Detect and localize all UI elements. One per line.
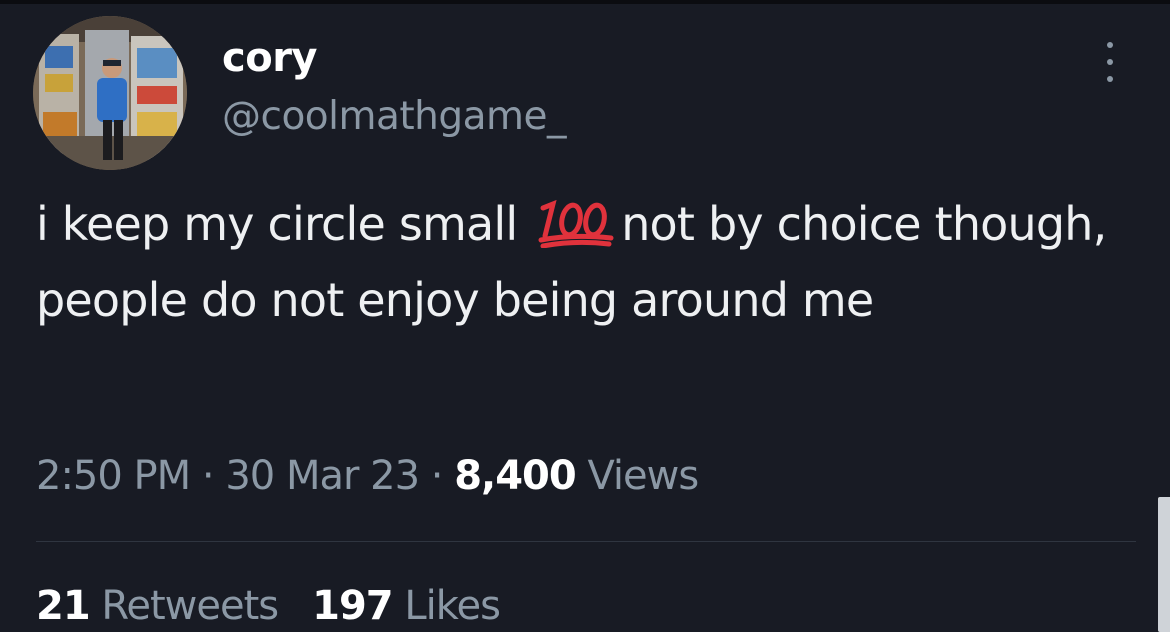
retweets-link[interactable]: 21 Retweets [36, 583, 279, 629]
more-vertical-icon[interactable] [1090, 40, 1130, 84]
views-label: Views [587, 453, 699, 499]
retweets-label: Retweets [101, 583, 279, 629]
divider [36, 541, 1136, 542]
likes-count: 197 [312, 583, 393, 629]
meta-separator: · [201, 453, 215, 499]
avatar-photo [33, 16, 187, 170]
user-handle[interactable]: @coolmathgame_ [222, 92, 567, 142]
tweet-meta: 2:50 PM · 30 Mar 23 · 8,400 Views [36, 446, 699, 506]
retweets-count: 21 [36, 583, 91, 629]
top-edge [0, 0, 1170, 4]
tweet-date[interactable]: 30 Mar 23 [225, 453, 420, 499]
display-name[interactable]: cory [222, 30, 318, 86]
more-dot [1107, 59, 1113, 65]
engagement-stats: 21 Retweets 197 Likes [36, 576, 501, 632]
tweet-text: i keep my circle small not by choice tho… [36, 186, 1126, 338]
tweet-time[interactable]: 2:50 PM [36, 453, 191, 499]
avatar[interactable] [33, 16, 187, 170]
more-dot [1107, 76, 1113, 82]
scrollbar[interactable] [1158, 497, 1170, 632]
views-count: 8,400 [454, 453, 577, 499]
meta-separator: · [430, 453, 444, 499]
likes-link[interactable]: 197 Likes [312, 583, 501, 629]
likes-label: Likes [404, 583, 501, 629]
more-dot [1107, 42, 1113, 48]
tweet-text-part1: i keep my circle small [36, 197, 532, 251]
hundred-points-emoji-icon [538, 199, 614, 248]
